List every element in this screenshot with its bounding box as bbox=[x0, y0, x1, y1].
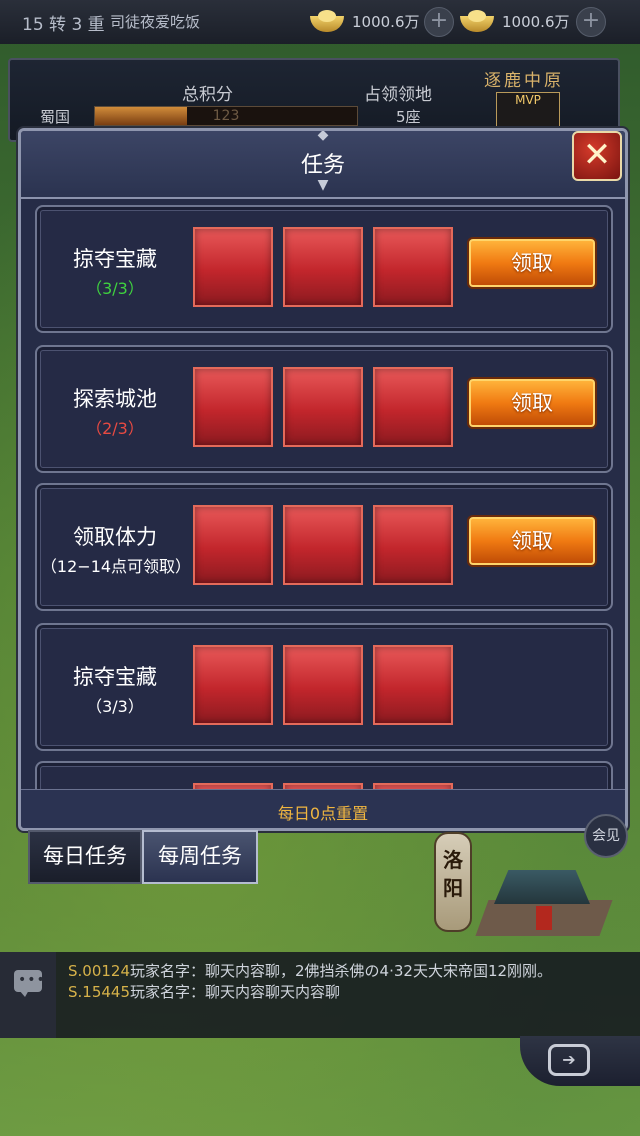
ornament-icon: ▼ bbox=[317, 177, 329, 193]
chat-server-id: S.00124 bbox=[68, 962, 131, 980]
close-button[interactable]: ✕ bbox=[572, 131, 622, 181]
task-progress: （2/3） bbox=[86, 419, 144, 438]
score-progress-bar: 123 bbox=[94, 106, 358, 126]
chat-message: S.00124玩家名字：聊天内容聊，2佛挡杀佛の4·32天大宋帝国12刚刚。 bbox=[68, 960, 552, 981]
chat-button[interactable]: ••• bbox=[0, 952, 56, 1038]
gold-ingot-icon bbox=[458, 6, 496, 36]
reward-slot[interactable] bbox=[373, 505, 453, 585]
city-plaque[interactable]: 洛阳 bbox=[434, 832, 472, 932]
claim-button[interactable]: 领取 bbox=[469, 239, 595, 287]
tab-daily-tasks[interactable]: 每日任务 bbox=[28, 830, 142, 884]
event-title: 逐鹿中原 bbox=[484, 71, 564, 91]
add-currency-button[interactable]: + bbox=[424, 7, 454, 37]
city-name: 洛阳 bbox=[443, 848, 463, 900]
reset-notice: 每日0点重置 bbox=[277, 804, 369, 823]
currency-value: 1000.6万 bbox=[502, 13, 570, 31]
territory-label: 占领领地 bbox=[364, 85, 432, 105]
claim-button[interactable]: 领取 bbox=[469, 379, 595, 427]
score-value: 123 bbox=[212, 108, 240, 124]
palace-gate bbox=[536, 906, 552, 930]
chat-panel[interactable]: ••• S.00124玩家名字：聊天内容聊，2佛挡杀佛の4·32天大宋帝国12刚… bbox=[0, 952, 640, 1038]
task-dialog: ◆ 任务 ▼ ✕ 掠夺宝藏 （3/3） 领取 探索城池 （2/3） 领取 领取体… bbox=[18, 128, 628, 831]
total-score-label: 总积分 bbox=[182, 85, 233, 105]
chat-text: 玩家名字：聊天内容聊，2佛挡杀佛の4·32天大宋帝国12刚刚。 bbox=[130, 962, 553, 980]
return-button[interactable]: ➔ bbox=[520, 1036, 640, 1086]
task-progress: （3/3） bbox=[86, 279, 144, 298]
tab-weekly-tasks[interactable]: 每周任务 bbox=[142, 830, 258, 884]
task-progress: （12−14点可领取） bbox=[40, 557, 192, 576]
dialog-title: 任务 bbox=[300, 153, 345, 178]
top-status-bar: 15 转 3 重 司徒夜爱吃饭 1000.6万 + 1000.6万 + bbox=[0, 0, 640, 44]
task-row: 掠夺宝藏 （3/3） bbox=[35, 623, 613, 751]
palace-roof bbox=[494, 870, 590, 904]
task-name: 掠夺宝藏 bbox=[73, 247, 157, 271]
task-name: 领取体力 bbox=[73, 525, 157, 549]
reward-slot[interactable] bbox=[283, 505, 363, 585]
chat-server-id: S.15445 bbox=[68, 983, 131, 1001]
reward-slot[interactable] bbox=[373, 227, 453, 307]
task-progress: （3/3） bbox=[86, 697, 144, 716]
currency-value: 1000.6万 bbox=[352, 13, 420, 31]
close-icon: ✕ bbox=[582, 135, 612, 175]
task-name: 探索城池 bbox=[73, 387, 157, 411]
chat-text: 玩家名字：聊天内容聊天内容聊 bbox=[130, 983, 341, 1001]
reward-slot[interactable] bbox=[283, 227, 363, 307]
task-row: 掠夺宝藏 （3/3） 领取 bbox=[35, 205, 613, 333]
reward-slot[interactable] bbox=[193, 227, 273, 307]
chat-message: S.15445玩家名字：聊天内容聊天内容聊 bbox=[68, 981, 340, 1002]
gold-ingot-icon bbox=[308, 6, 346, 36]
chat-icon: ••• bbox=[14, 970, 45, 997]
kingdom-label: 蜀国 bbox=[40, 108, 71, 126]
task-name: 掠夺宝藏 bbox=[73, 665, 157, 689]
reward-slot[interactable] bbox=[283, 367, 363, 447]
claim-button[interactable]: 领取 bbox=[469, 517, 595, 565]
reward-slot[interactable] bbox=[193, 367, 273, 447]
player-name: 司徒夜爱吃饭 bbox=[110, 13, 201, 31]
reward-slot[interactable] bbox=[193, 645, 273, 725]
return-icon: ➔ bbox=[548, 1044, 590, 1076]
territory-value: 5座 bbox=[396, 108, 421, 126]
dialog-footer: 每日0点重置 bbox=[21, 789, 625, 828]
reward-slot[interactable] bbox=[373, 367, 453, 447]
dialog-header: ◆ 任务 ▼ bbox=[21, 131, 625, 199]
rank-label: 15 转 3 重 bbox=[22, 15, 105, 35]
task-row: 探索城池 （2/3） 领取 bbox=[35, 345, 613, 473]
reward-slot[interactable] bbox=[283, 645, 363, 725]
ornament-icon: ◆ bbox=[317, 128, 329, 143]
task-list[interactable]: 掠夺宝藏 （3/3） 领取 探索城池 （2/3） 领取 领取体力 （12−14点… bbox=[21, 201, 625, 789]
reward-slot[interactable] bbox=[373, 645, 453, 725]
reward-slot[interactable] bbox=[193, 505, 273, 585]
mvp-badge[interactable]: MVP bbox=[496, 92, 560, 130]
task-row: 领取体力 （12−14点可领取） 领取 bbox=[35, 483, 613, 611]
add-currency-button[interactable]: + bbox=[576, 7, 606, 37]
task-row bbox=[35, 761, 613, 789]
city-palace[interactable] bbox=[472, 850, 613, 940]
